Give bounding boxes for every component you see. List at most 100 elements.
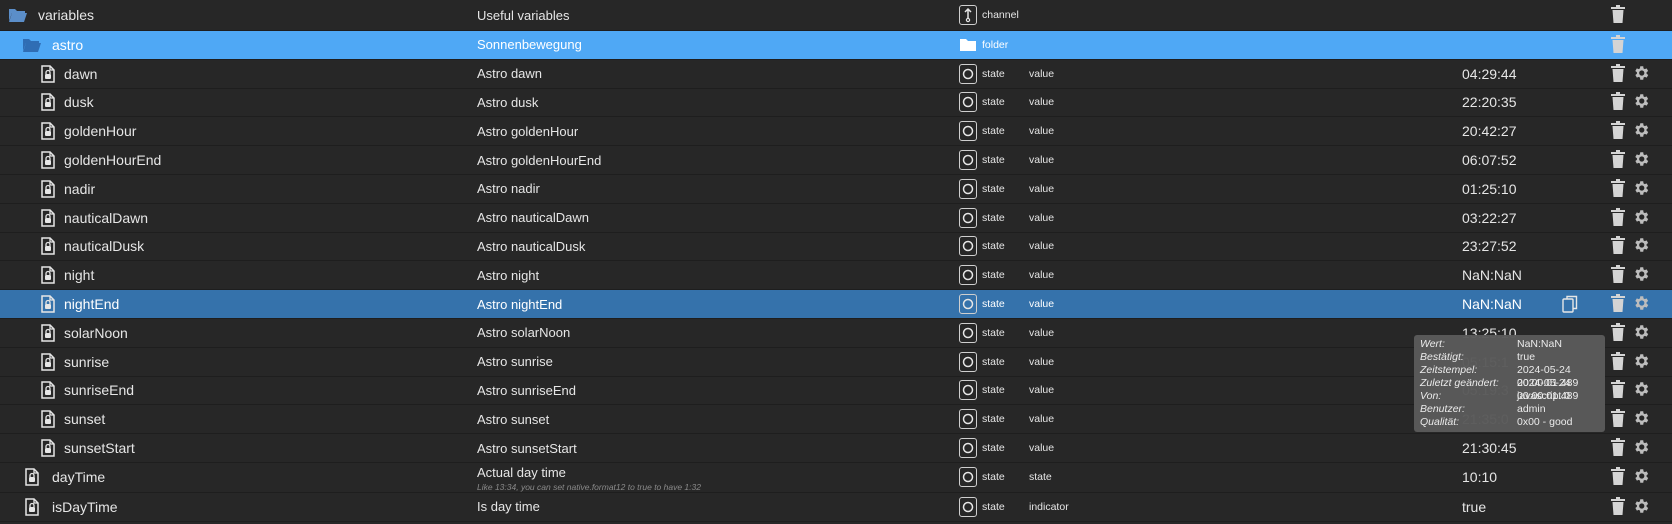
file-lock-icon[interactable]	[38, 150, 58, 170]
gear-icon[interactable]	[1632, 121, 1652, 141]
object-id: nadir	[64, 180, 96, 197]
file-lock-icon[interactable]	[38, 64, 58, 84]
file-lock-icon[interactable]	[38, 121, 58, 141]
object-role: value	[1029, 413, 1055, 426]
trash-icon[interactable]	[1611, 380, 1627, 400]
trash-icon[interactable]	[1611, 265, 1627, 285]
trash-icon[interactable]	[1611, 351, 1627, 372]
trash-icon[interactable]	[1611, 34, 1627, 55]
state-icon	[959, 380, 977, 401]
folder-open-icon[interactable]	[22, 35, 42, 55]
channel-icon	[959, 5, 977, 25]
tree-row-nauticalDawn[interactable]: nauticalDawn Astro nauticalDawn state value…	[0, 204, 1672, 233]
trash-icon[interactable]	[1611, 438, 1627, 458]
file-lock-icon[interactable]	[38, 380, 58, 400]
file-lock-icon[interactable]	[38, 323, 58, 343]
object-value[interactable]: true	[1462, 499, 1486, 515]
tree-row-sunsetStart[interactable]: sunsetStart Astro sunsetStart state value 21…	[0, 434, 1672, 463]
tooltip-value: 2024-05-24 00:00:01.489	[1517, 377, 1579, 402]
file-lock-icon[interactable]	[38, 236, 58, 256]
trash-icon[interactable]	[1611, 409, 1627, 429]
object-type: channel	[982, 9, 1019, 21]
gear-icon[interactable]	[1632, 236, 1652, 256]
object-role: value	[1029, 269, 1055, 282]
folder-open-icon[interactable]	[8, 5, 28, 25]
object-value[interactable]: 23:27:52	[1462, 238, 1517, 254]
object-type: state	[982, 269, 1005, 282]
object-role: value	[1029, 211, 1055, 224]
gear-icon[interactable]	[1632, 92, 1652, 112]
object-value[interactable]: 10:10	[1462, 469, 1497, 485]
trash-icon[interactable]	[1611, 178, 1627, 199]
object-value[interactable]: 04:29:44	[1462, 66, 1517, 82]
object-value[interactable]: 01:25:10	[1462, 181, 1517, 197]
gear-icon[interactable]	[1632, 438, 1652, 458]
object-name-text: Astro nadir	[477, 181, 540, 197]
tree-row-nauticalDusk[interactable]: nauticalDusk Astro nauticalDusk state value…	[0, 233, 1672, 262]
value-tooltip: Wert: NaN:NaN Bestätigt: true Zeitstempel: 20…	[1414, 335, 1605, 432]
object-value[interactable]: 06:07:52	[1462, 152, 1517, 168]
gear-icon[interactable]	[1632, 179, 1652, 199]
file-lock-icon[interactable]	[22, 467, 42, 487]
gear-icon[interactable]	[1632, 323, 1652, 343]
trash-icon[interactable]	[1611, 121, 1627, 141]
tree-row-dusk[interactable]: dusk Astro dusk state value 22:20:35	[0, 89, 1672, 118]
tree-row-nadir[interactable]: nadir Astro nadir state value 01:25:10	[0, 175, 1672, 204]
object-type: state	[982, 154, 1005, 167]
object-value[interactable]: NaN:NaN	[1462, 267, 1522, 283]
file-lock-icon[interactable]	[38, 294, 58, 314]
tree-row-dawn[interactable]: dawn Astro dawn state value 04:29:44	[0, 60, 1672, 89]
object-id: dawn	[64, 65, 98, 82]
object-role: value	[1029, 182, 1055, 195]
file-lock-icon[interactable]	[38, 92, 58, 112]
gear-icon[interactable]	[1632, 497, 1652, 517]
tree-row-dayTime[interactable]: dayTime Actual day time Like 13:34, you ca…	[0, 463, 1672, 493]
object-value[interactable]: 20:42:27	[1462, 123, 1517, 139]
object-id: astro	[52, 36, 84, 53]
file-lock-icon[interactable]	[38, 208, 58, 228]
tree-row-variables[interactable]: variables Useful variables channel	[0, 0, 1672, 31]
trash-icon[interactable]	[1611, 236, 1627, 256]
trash-icon[interactable]	[1611, 63, 1627, 84]
trash-icon[interactable]	[1611, 467, 1627, 487]
trash-icon[interactable]	[1611, 150, 1627, 170]
gear-icon[interactable]	[1632, 467, 1652, 487]
trash-icon[interactable]	[1611, 207, 1627, 228]
trash-icon[interactable]	[1611, 496, 1627, 517]
object-value[interactable]: 21:30:45	[1462, 440, 1517, 456]
object-value[interactable]: 22:20:35	[1462, 94, 1517, 110]
object-name-text: Astro sunsetStart	[477, 440, 577, 456]
copy-icon[interactable]	[1562, 295, 1578, 313]
tree-row-goldenHourEnd[interactable]: goldenHourEnd Astro goldenHourEnd state val…	[0, 146, 1672, 175]
gear-icon[interactable]	[1632, 380, 1652, 400]
tree-row-nightEnd[interactable]: nightEnd Astro nightEnd state value NaN:NaN	[0, 290, 1672, 319]
file-lock-icon[interactable]	[38, 179, 58, 199]
file-lock-icon[interactable]	[38, 438, 58, 458]
tree-row-goldenHour[interactable]: goldenHour Astro goldenHour state value 20:4…	[0, 117, 1672, 147]
file-lock-icon[interactable]	[38, 409, 58, 429]
tree-row-night[interactable]: night Astro night state value NaN:NaN	[0, 261, 1672, 291]
object-value[interactable]: 03:22:27	[1462, 210, 1517, 226]
gear-icon[interactable]	[1632, 265, 1652, 285]
tree-row-astro[interactable]: astro Sonnenbewegung folder	[0, 31, 1672, 60]
gear-icon[interactable]	[1632, 352, 1652, 372]
gear-icon[interactable]	[1632, 409, 1652, 429]
file-lock-icon[interactable]	[38, 352, 58, 372]
object-role: state	[1029, 471, 1052, 484]
gear-icon[interactable]	[1632, 150, 1652, 170]
gear-icon[interactable]	[1632, 64, 1652, 84]
trash-icon[interactable]	[1611, 322, 1627, 343]
file-lock-icon[interactable]	[22, 497, 42, 517]
trash-icon[interactable]	[1611, 92, 1627, 112]
trash-icon[interactable]	[1611, 5, 1627, 25]
gear-icon[interactable]	[1632, 208, 1652, 228]
state-icon	[959, 178, 977, 199]
object-value[interactable]: NaN:NaN	[1462, 296, 1522, 312]
gear-icon[interactable]	[1632, 294, 1652, 314]
object-role: value	[1029, 326, 1055, 339]
file-lock-icon[interactable]	[38, 265, 58, 285]
trash-icon[interactable]	[1611, 294, 1627, 314]
tree-row-isDayTime[interactable]: isDayTime Is day time state indicator true	[0, 493, 1672, 522]
object-name-text: Astro sunset	[477, 411, 550, 427]
object-id: solarNoon	[64, 324, 128, 341]
